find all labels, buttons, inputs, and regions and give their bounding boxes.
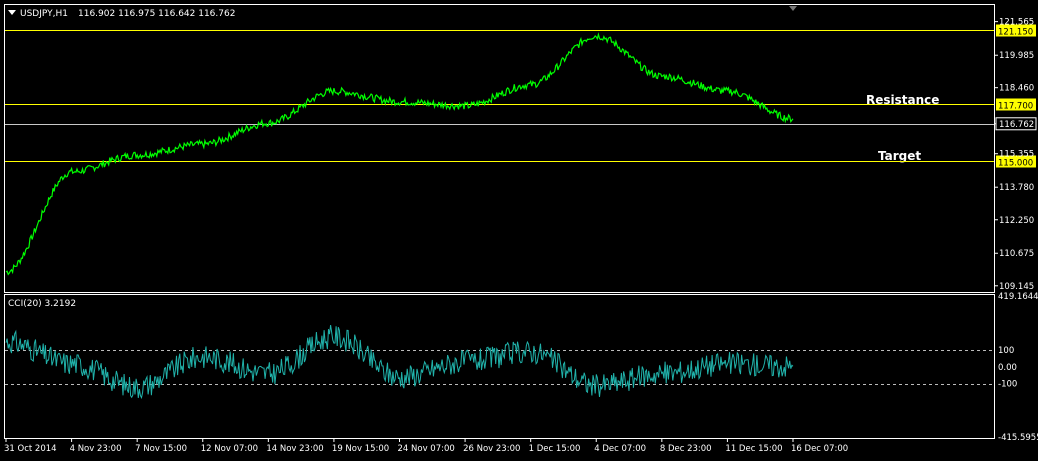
- price-axis-label: 118.460: [999, 84, 1034, 94]
- time-axis-label: 1 Dec 15:00: [529, 444, 581, 454]
- time-axis-label: 11 Dec 15:00: [725, 444, 782, 454]
- time-axis-label: 4 Nov 23:00: [70, 444, 122, 454]
- price-axis-label: 112.250: [999, 216, 1034, 226]
- time-axis-label: 7 Nov 15:00: [135, 444, 187, 454]
- time-axis-label: 26 Nov 23:00: [463, 444, 520, 454]
- collapse-arrow-icon[interactable]: [8, 10, 16, 15]
- price-axis-label: 109.145: [999, 282, 1034, 292]
- cci-axis-label: -100: [998, 380, 1017, 390]
- level-price-label: 115.000: [998, 159, 1033, 169]
- ohlc-label: 116.902 116.975 116.642 116.762: [78, 9, 235, 19]
- price-series-line: [5, 32, 794, 276]
- level-price-label: 121.150: [998, 28, 1033, 38]
- price-axis-label: 115.355: [999, 150, 1034, 160]
- cci-axis-label: -415.5955: [998, 433, 1038, 443]
- level-price-label: 117.700: [998, 102, 1033, 112]
- cci-axis-label: 100: [998, 346, 1014, 356]
- chart-shift-marker-icon[interactable]: [789, 6, 797, 11]
- time-axis-label: 12 Nov 07:00: [201, 444, 258, 454]
- time-axis-label: 24 Nov 07:00: [398, 444, 455, 454]
- price-axis-label: 113.780: [999, 183, 1034, 193]
- chart-window[interactable]: USDJPY,H1 116.902 116.975 116.642 116.76…: [0, 0, 1038, 457]
- chart-svg[interactable]: USDJPY,H1 116.902 116.975 116.642 116.76…: [0, 0, 1038, 457]
- cci-axis-label: 419.1644: [998, 292, 1038, 302]
- target-annotation: Target: [878, 149, 921, 163]
- time-axis-label: 14 Nov 23:00: [266, 444, 323, 454]
- time-axis-label: 4 Dec 07:00: [594, 444, 646, 454]
- symbol-label: USDJPY,H1: [20, 9, 68, 19]
- time-axis-label: 19 Nov 15:00: [332, 444, 389, 454]
- price-axis-label: 119.985: [999, 51, 1034, 61]
- cci-label: CCI(20) 3.2192: [8, 299, 76, 309]
- price-axis-label: 110.675: [999, 249, 1034, 259]
- time-axis-label: 16 Dec 07:00: [791, 444, 848, 454]
- cci-axis-label: 0.00: [998, 363, 1017, 373]
- time-axis-label: 8 Dec 23:00: [660, 444, 712, 454]
- price-panel-frame: [4, 4, 995, 293]
- current-price-label: 116.762: [999, 120, 1034, 130]
- cci-series-line: [5, 325, 794, 400]
- price-axis-label: 121.565: [999, 18, 1034, 28]
- time-axis-label: 31 Oct 2014: [4, 444, 57, 454]
